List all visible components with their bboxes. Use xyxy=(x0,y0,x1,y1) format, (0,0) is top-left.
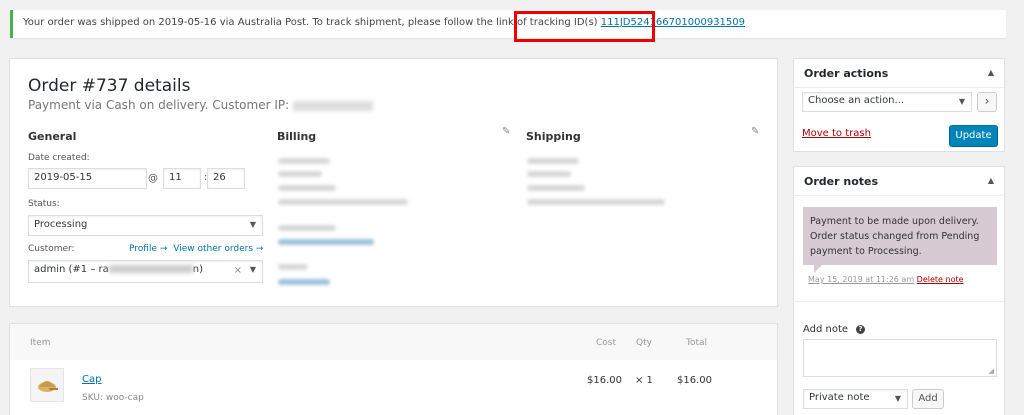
note-type-select[interactable]: Private note ▼ xyxy=(803,389,908,409)
apply-action-button[interactable]: › xyxy=(977,92,997,112)
col-total: Total xyxy=(686,338,708,348)
note-date: May 15, 2019 at 11:26 am xyxy=(808,275,915,284)
order-notes-title: Order notes xyxy=(804,175,879,188)
shipping-address-redacted xyxy=(527,185,585,191)
order-action-value: Choose an action... xyxy=(808,95,905,106)
shipping-address-redacted xyxy=(527,171,571,177)
shipment-notice: Your order was shipped on 2019-05-16 via… xyxy=(10,10,1006,38)
collapse-icon[interactable]: ▲ xyxy=(988,176,994,185)
order-actions-box: Order actions ▲ Choose an action... ▼ › … xyxy=(793,58,1005,152)
billing-address-redacted xyxy=(278,158,330,164)
order-actions-header: Order actions ▲ xyxy=(794,59,1004,88)
add-note-button[interactable]: Add xyxy=(912,389,944,409)
payment-info: Payment via Cash on delivery. Customer I… xyxy=(28,98,290,112)
order-action-select[interactable]: Choose an action... ▼ xyxy=(802,92,972,112)
date-created-label: Date created: xyxy=(28,153,90,163)
note-meta: May 15, 2019 at 11:26 am Delete note xyxy=(808,275,964,284)
hour-input[interactable]: 11 xyxy=(163,168,201,189)
item-qty: × 1 xyxy=(635,375,653,386)
status-value: Processing xyxy=(34,219,88,230)
customer-select[interactable]: admin (#1 – ra n) × ▼ xyxy=(28,260,263,283)
billing-email-label-redacted xyxy=(278,225,336,231)
order-title: Order #737 details xyxy=(28,76,191,96)
status-select[interactable]: Processing ▼ xyxy=(28,215,263,236)
shipping-address-redacted xyxy=(527,199,665,205)
col-cost: Cost xyxy=(596,338,617,348)
notice-text: Your order was shipped on 2019-05-16 via… xyxy=(23,17,598,28)
billing-heading: Billing xyxy=(277,130,317,143)
item-total: $16.00 xyxy=(677,375,712,386)
col-qty: Qty xyxy=(636,338,652,348)
divider xyxy=(794,301,1004,302)
customer-ip-redacted xyxy=(293,100,374,111)
items-header: Item Cost Qty Total xyxy=(10,324,777,360)
at-symbol: @ xyxy=(148,173,158,184)
minute-input[interactable]: 26 xyxy=(207,168,245,189)
billing-address-redacted xyxy=(278,185,336,191)
cap-icon xyxy=(38,381,58,392)
shipping-heading: Shipping xyxy=(526,130,581,143)
note-tail xyxy=(814,265,822,273)
date-created-input[interactable]: 2019-05-15 xyxy=(28,168,147,189)
move-to-trash-link[interactable]: Move to trash xyxy=(802,128,871,139)
update-button[interactable]: Update xyxy=(949,125,998,147)
chevron-down-icon: ▼ xyxy=(249,220,256,229)
profile-link[interactable]: Profile → xyxy=(129,244,167,254)
add-note-text: Add note xyxy=(803,324,849,335)
col-item: Item xyxy=(30,338,51,348)
order-actions-title: Order actions xyxy=(804,67,889,80)
item-cost: $16.00 xyxy=(587,375,622,386)
general-heading: General xyxy=(28,130,77,143)
order-items-panel: Item Cost Qty Total Cap SKU: woo-cap $16… xyxy=(9,323,778,415)
chevron-down-icon: ▼ xyxy=(894,394,901,403)
add-note-label: Add note? xyxy=(803,324,866,335)
customer-email-redacted xyxy=(108,265,193,273)
billing-phone-label-redacted xyxy=(278,264,308,270)
clear-icon[interactable]: × xyxy=(234,265,242,276)
customer-value: admin (#1 – ra xyxy=(34,264,109,275)
item-name-link[interactable]: Cap xyxy=(82,374,101,385)
billing-email-redacted xyxy=(278,239,374,245)
collapse-icon[interactable]: ▲ xyxy=(988,68,994,77)
chevron-down-icon: ▼ xyxy=(958,97,965,106)
order-details-panel: Order #737 details Payment via Cash on d… xyxy=(9,58,778,307)
billing-phone-redacted xyxy=(278,279,330,285)
edit-billing-icon[interactable]: ✎ xyxy=(502,126,510,137)
highlight-box xyxy=(514,11,655,42)
shipping-address-redacted xyxy=(527,158,579,164)
resize-handle-icon[interactable]: ◢ xyxy=(989,367,994,375)
view-other-orders-link[interactable]: View other orders → xyxy=(173,244,263,254)
chevron-down-icon: ▼ xyxy=(249,265,256,274)
billing-address-redacted xyxy=(278,199,408,205)
customer-value-suffix: n) xyxy=(192,264,204,275)
note-type-value: Private note xyxy=(809,392,870,403)
add-note-textarea[interactable]: ◢ xyxy=(803,339,997,377)
edit-shipping-icon[interactable]: ✎ xyxy=(751,126,759,137)
item-sku: SKU: woo-cap xyxy=(82,393,144,403)
order-notes-header: Order notes ▲ xyxy=(794,167,1004,196)
order-subtitle: Payment via Cash on delivery. Customer I… xyxy=(28,98,374,112)
customer-label: Customer: xyxy=(28,244,75,254)
help-icon[interactable]: ? xyxy=(856,324,866,334)
order-note: Payment to be made upon delivery. Order … xyxy=(803,207,997,265)
billing-address-redacted xyxy=(278,171,322,177)
customer-links: Profile → View other orders → xyxy=(129,244,263,254)
product-thumbnail[interactable] xyxy=(30,368,64,402)
status-label: Status: xyxy=(28,199,60,209)
order-notes-box: Order notes ▲ Payment to be made upon de… xyxy=(793,166,1005,415)
delete-note-link[interactable]: Delete note xyxy=(917,275,964,284)
